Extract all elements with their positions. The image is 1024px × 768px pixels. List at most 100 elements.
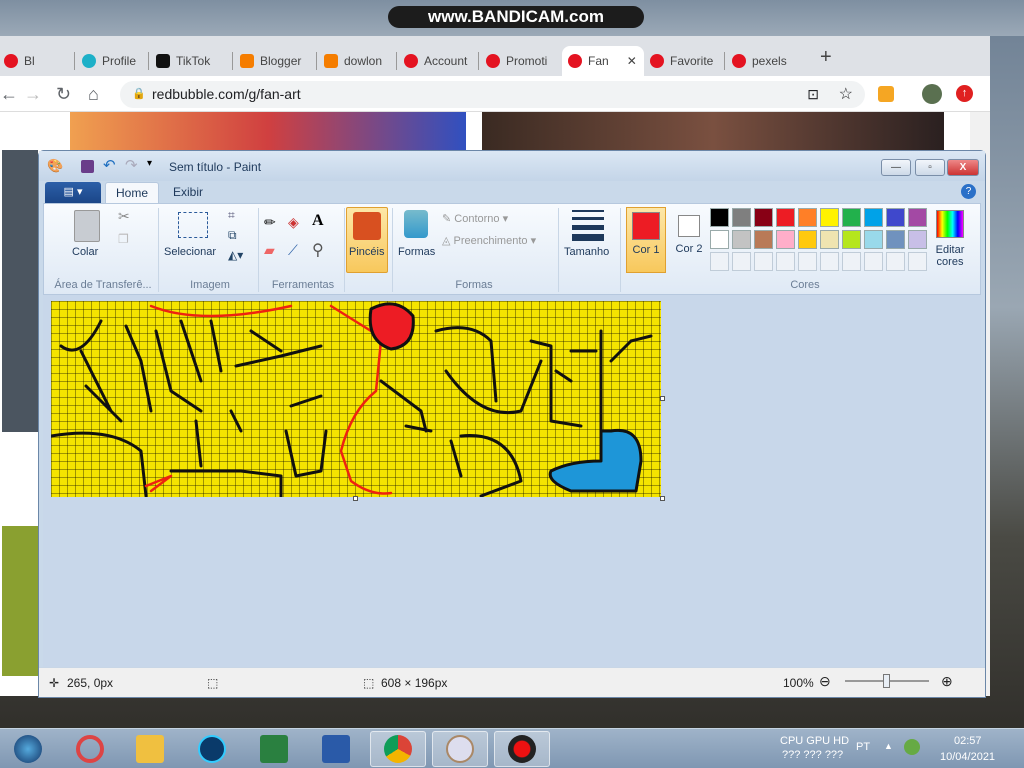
- taskbar-paint[interactable]: [432, 731, 488, 767]
- paste-icon[interactable]: [74, 210, 100, 242]
- profile-avatar[interactable]: [922, 84, 942, 104]
- palette-color-swatch[interactable]: [776, 208, 795, 227]
- maximize-button[interactable]: ▫: [915, 159, 945, 176]
- new-tab-button[interactable]: +: [820, 46, 832, 69]
- text-tool-icon[interactable]: A: [312, 212, 324, 230]
- tab-promoti[interactable]: Promoti: [480, 46, 562, 76]
- palette-color-swatch[interactable]: [820, 230, 839, 249]
- palette-color-swatch[interactable]: [798, 230, 817, 249]
- palette-color-swatch[interactable]: [820, 208, 839, 227]
- undo-icon[interactable]: ↶: [103, 156, 116, 174]
- back-icon[interactable]: ←: [0, 84, 18, 105]
- zoom-slider-thumb[interactable]: [883, 674, 890, 688]
- taskbar-ccleaner[interactable]: [184, 731, 240, 767]
- shapes-button[interactable]: Formas: [398, 246, 435, 258]
- taskbar-bandicam[interactable]: [494, 731, 550, 767]
- select-button[interactable]: Selecionar: [164, 246, 216, 258]
- language-indicator[interactable]: PT: [856, 741, 870, 753]
- custom-color-slot[interactable]: [732, 252, 751, 271]
- help-icon[interactable]: ?: [961, 184, 976, 199]
- file-menu-button[interactable]: ▤ ▾: [45, 182, 101, 203]
- paste-button[interactable]: Colar: [72, 246, 98, 258]
- tab-pexels[interactable]: pexels: [726, 46, 798, 76]
- taskbar-word[interactable]: [308, 731, 364, 767]
- palette-color-swatch[interactable]: [710, 208, 729, 227]
- reload-icon[interactable]: ↻: [56, 84, 71, 105]
- tab-favorite[interactable]: Favorite: [644, 46, 726, 76]
- palette-color-swatch[interactable]: [754, 230, 773, 249]
- crop-icon[interactable]: ⌗: [228, 208, 235, 223]
- custom-color-slot[interactable]: [776, 252, 795, 271]
- edit-colors-button[interactable]: Editar cores: [932, 244, 968, 268]
- magnifier-icon[interactable]: ⚲: [312, 240, 324, 260]
- palette-color-swatch[interactable]: [886, 208, 905, 227]
- address-bar[interactable]: 🔒 redbubble.com/g/fan-art ⊡ ☆: [120, 81, 865, 108]
- zoom-in-button[interactable]: ⊕: [941, 673, 953, 690]
- select-icon[interactable]: [178, 212, 208, 238]
- color1-button[interactable]: Cor 1: [626, 207, 666, 273]
- fan-art-image[interactable]: [482, 112, 944, 150]
- outline-button[interactable]: ✎ Contorno ▾: [442, 212, 508, 225]
- close-button[interactable]: X: [947, 159, 979, 176]
- tab-tiktok[interactable]: TikTok: [150, 46, 230, 76]
- home-icon[interactable]: ⌂: [88, 84, 99, 105]
- rotate-icon[interactable]: ◭▾: [228, 248, 243, 262]
- palette-color-swatch[interactable]: [710, 230, 729, 249]
- palette-color-swatch[interactable]: [776, 230, 795, 249]
- size-button[interactable]: Tamanho: [564, 246, 609, 258]
- custom-color-slot[interactable]: [754, 252, 773, 271]
- zoom-slider[interactable]: [845, 674, 929, 688]
- fill-button[interactable]: ◬ Preenchimento ▾: [442, 234, 536, 247]
- fill-bucket-icon[interactable]: ◈: [288, 214, 299, 231]
- palette-color-swatch[interactable]: [754, 208, 773, 227]
- palette-color-swatch[interactable]: [864, 230, 883, 249]
- taskbar-excel[interactable]: [246, 731, 302, 767]
- custom-color-slot[interactable]: [820, 252, 839, 271]
- custom-color-slot[interactable]: [886, 252, 905, 271]
- eraser-icon[interactable]: ▰: [264, 242, 275, 259]
- redo-icon[interactable]: ↷: [125, 156, 138, 174]
- tab-bl[interactable]: Bl: [0, 46, 64, 76]
- resize-icon[interactable]: ⧉: [228, 228, 237, 243]
- paint-app-icon[interactable]: 🎨: [47, 158, 63, 174]
- color-picker-icon[interactable]: ⟋: [288, 242, 298, 259]
- shapes-icon[interactable]: [404, 210, 428, 238]
- drawing-canvas[interactable]: [51, 301, 661, 497]
- color2-button[interactable]: Cor 2: [670, 207, 708, 273]
- tab-dowlon[interactable]: dowlon: [318, 46, 400, 76]
- copy-icon[interactable]: ❐: [118, 232, 129, 246]
- start-button[interactable]: [0, 731, 56, 767]
- pencil-icon[interactable]: ✏: [264, 214, 276, 231]
- tab-account[interactable]: Account: [398, 46, 480, 76]
- palette-color-swatch[interactable]: [908, 230, 927, 249]
- palette-color-swatch[interactable]: [864, 208, 883, 227]
- fan-art-image[interactable]: [70, 112, 466, 150]
- zoom-out-button[interactable]: ⊖: [819, 673, 831, 690]
- palette-color-swatch[interactable]: [842, 230, 861, 249]
- tray-icon[interactable]: [904, 739, 920, 755]
- tab-fan[interactable]: Fan ✕: [562, 46, 644, 76]
- custom-color-slot[interactable]: [864, 252, 883, 271]
- quick-access-dropdown-icon[interactable]: ▾: [147, 158, 152, 169]
- resize-handle-bottom[interactable]: [353, 496, 358, 501]
- palette-color-swatch[interactable]: [908, 208, 927, 227]
- palette-color-swatch[interactable]: [732, 230, 751, 249]
- tab-home[interactable]: Home: [105, 182, 160, 203]
- close-tab-icon[interactable]: ✕: [627, 54, 637, 68]
- taskbar-explorer[interactable]: [122, 731, 178, 767]
- tab-view[interactable]: Exibir: [163, 182, 213, 203]
- palette-color-swatch[interactable]: [798, 208, 817, 227]
- taskbar-chrome[interactable]: [370, 731, 426, 767]
- brushes-button[interactable]: Pincéis: [346, 207, 388, 273]
- cut-icon[interactable]: ✂: [118, 208, 130, 225]
- clock-time[interactable]: 02:57: [954, 735, 982, 747]
- palette-color-swatch[interactable]: [732, 208, 751, 227]
- tab-blogger[interactable]: Blogger: [234, 46, 316, 76]
- resize-handle-corner[interactable]: [660, 496, 665, 501]
- extension-icon[interactable]: [878, 86, 894, 102]
- custom-color-slot[interactable]: [798, 252, 817, 271]
- clock-date[interactable]: 10/04/2021: [940, 751, 995, 763]
- taskbar-app[interactable]: [62, 731, 118, 767]
- palette-color-swatch[interactable]: [842, 208, 861, 227]
- bookmark-star-icon[interactable]: ☆: [839, 81, 853, 108]
